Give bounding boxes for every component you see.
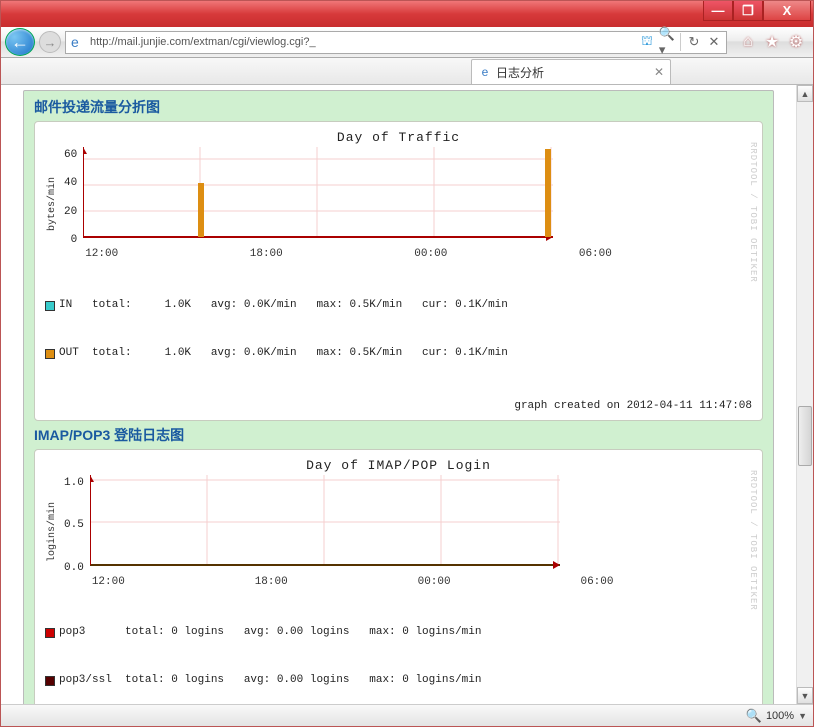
accelerator-icon[interactable]: ⛫ (639, 34, 655, 50)
status-bar: 🔍 100% ▼ (1, 704, 813, 726)
stop-icon[interactable]: ✕ (706, 34, 722, 50)
traffic-chart: Day of Traffic RRDTOOL / TOBI OETIKER by… (34, 121, 763, 421)
legend-pop3: pop3 total: 0 logins avg: 0.00 logins ma… (59, 625, 481, 641)
address-bar[interactable]: e http://mail.junjie.com/extman/cgi/view… (65, 31, 727, 54)
x-ticks: 12:00 18:00 00:00 06:00 (90, 576, 752, 588)
toolbar-right: ⌂ ★ ⚙ (739, 33, 805, 51)
y-ticks: 1.0 0.5 0.0 (64, 475, 86, 588)
page-body: 邮件投递流量分折图 Day of Traffic RRDTOOL / TOBI … (23, 90, 774, 704)
zoom-icon[interactable]: 🔍 (746, 708, 762, 724)
y-axis-label: bytes/min (45, 147, 60, 260)
chart-title: Day of Traffic (45, 130, 752, 145)
favorites-icon[interactable]: ★ (763, 33, 781, 51)
chart-legend: pop3 total: 0 logins avg: 0.00 logins ma… (45, 594, 752, 705)
chart-timestamp: graph created on 2012-04-11 11:47:08 (45, 400, 752, 412)
home-icon[interactable]: ⌂ (739, 33, 757, 51)
tab-close-icon[interactable]: ✕ (654, 65, 664, 79)
content-area: 邮件投递流量分折图 Day of Traffic RRDTOOL / TOBI … (1, 85, 813, 704)
legend-pop3ssl: pop3/ssl total: 0 logins avg: 0.00 login… (59, 673, 481, 689)
browser-tab[interactable]: e 日志分析 ✕ (471, 59, 671, 84)
legend-in: IN total: 1.0K avg: 0.0K/min max: 0.5K/m… (59, 298, 508, 314)
legend-out: OUT total: 1.0K avg: 0.0K/min max: 0.5K/… (59, 346, 508, 362)
legend-swatch-pop3 (45, 628, 55, 638)
separator (680, 33, 681, 51)
url-text: http://mail.junjie.com/extman/cgi/viewlo… (90, 36, 637, 48)
page-favicon-icon: e (71, 34, 87, 50)
viewport: 邮件投递流量分折图 Day of Traffic RRDTOOL / TOBI … (1, 85, 796, 704)
scroll-thumb[interactable] (798, 406, 812, 466)
back-button[interactable]: ← (5, 28, 35, 56)
zoom-dropdown-icon[interactable]: ▼ (798, 711, 807, 721)
tools-icon[interactable]: ⚙ (787, 33, 805, 51)
tab-strip: e 日志分析 ✕ (1, 58, 813, 85)
chart-legend: IN total: 1.0K avg: 0.0K/min max: 0.5K/m… (45, 266, 752, 394)
legend-swatch-in (45, 301, 55, 311)
scroll-down-button[interactable]: ▼ (797, 687, 813, 704)
window-buttons: — ❐ X (703, 1, 811, 21)
login-chart: Day of IMAP/POP Login RRDTOOL / TOBI OET… (34, 449, 763, 705)
scroll-up-button[interactable]: ▲ (797, 85, 813, 102)
vertical-scrollbar[interactable]: ▲ ▼ (796, 85, 813, 704)
navigation-bar: ← → e http://mail.junjie.com/extman/cgi/… (1, 27, 813, 58)
plot-area: 12:00 18:00 00:00 06:00 (90, 475, 752, 588)
minimize-button[interactable]: — (703, 1, 733, 21)
section-traffic-title: 邮件投递流量分折图 (34, 93, 763, 121)
plot-area: 12:00 18:00 00:00 06:00 (83, 147, 752, 260)
legend-swatch-out (45, 349, 55, 359)
ie-window: — ❐ X ← → e http://mail.junjie.com/extma… (0, 0, 814, 727)
ie-icon: e (478, 65, 492, 79)
search-dropdown-icon[interactable]: 🔍▾ (659, 34, 675, 50)
chart-title: Day of IMAP/POP Login (45, 458, 752, 473)
refresh-icon[interactable]: ↻ (686, 34, 702, 50)
forward-button[interactable]: → (39, 31, 61, 53)
y-ticks: 60 40 20 0 (64, 147, 79, 260)
legend-swatch-pop3ssl (45, 676, 55, 686)
y-axis-label: logins/min (45, 475, 60, 588)
tab-title: 日志分析 (496, 64, 544, 81)
close-button[interactable]: X (763, 1, 811, 21)
titlebar: — ❐ X (1, 1, 813, 27)
x-ticks: 12:00 18:00 00:00 06:00 (83, 248, 752, 260)
scroll-track[interactable] (797, 102, 813, 687)
section-login-title: IMAP/POP3 登陆日志图 (34, 421, 763, 449)
maximize-button[interactable]: ❐ (733, 1, 763, 21)
zoom-level: 100% (766, 710, 794, 722)
